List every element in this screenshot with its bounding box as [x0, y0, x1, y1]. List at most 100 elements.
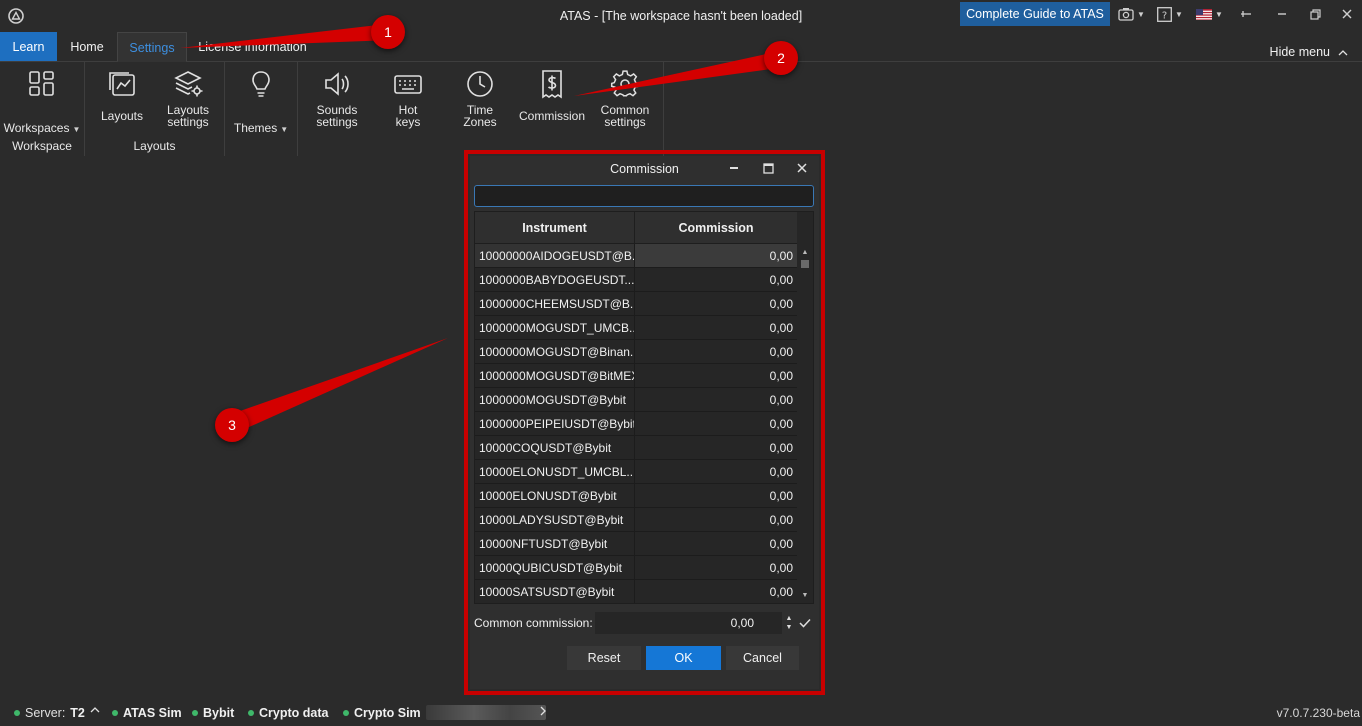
instrument-cell: 10000COQUSDT@Bybit — [475, 436, 635, 459]
table-scrollbar[interactable]: ▲ ▼ — [797, 244, 813, 603]
ribbon-tabs: Learn Home Settings License information … — [0, 32, 1362, 62]
table-row[interactable]: 1000000PEIPEIUSDT@Bybit 0,00 — [475, 412, 797, 436]
scrollbar-thumb[interactable] — [801, 260, 809, 268]
commission-cell[interactable]: 0,00 — [635, 556, 797, 579]
table-row[interactable]: 1000000MOGUSDT@Binan... 0,00 — [475, 340, 797, 364]
table-row[interactable]: 1000000CHEEMSUSDT@B... 0,00 — [475, 292, 797, 316]
annotation-arrow-3 — [226, 338, 448, 432]
close-icon — [1342, 9, 1352, 19]
hide-menu-button[interactable]: Hide menu — [1270, 45, 1348, 59]
time-zones-button[interactable]: Time Zones — [452, 62, 508, 128]
table-row[interactable]: 1000000MOGUSDT_UMCB... 0,00 — [475, 316, 797, 340]
spin-down-icon[interactable]: ▼ — [786, 623, 793, 632]
hot-keys-button[interactable]: Hot keys — [380, 62, 436, 128]
layouts-settings-button[interactable]: Layouts settings — [156, 62, 220, 128]
ok-button[interactable]: OK — [646, 646, 721, 670]
connection-bybit[interactable]: Bybit — [192, 706, 234, 720]
common-commission-label: Common commission: — [474, 616, 593, 630]
commission-cell[interactable]: 0,00 — [635, 460, 797, 483]
dialog-close-button[interactable] — [793, 159, 811, 177]
table-row[interactable]: 10000LADYSUSDT@Bybit 0,00 — [475, 508, 797, 532]
speaker-icon — [320, 67, 354, 101]
table-row[interactable]: 10000ELONUSDT_UMCBL... 0,00 — [475, 460, 797, 484]
commission-button[interactable]: Commission — [516, 62, 588, 122]
server-label: Server: — [25, 706, 66, 720]
table-row[interactable]: 1000000BABYDOGEUSDT... 0,00 — [475, 268, 797, 292]
apply-common-commission-button[interactable] — [798, 614, 812, 632]
commission-cell[interactable]: 0,00 — [635, 508, 797, 531]
instrument-cell: 10000SATSUSDT@Bybit — [475, 580, 635, 603]
commission-cell[interactable]: 0,00 — [635, 532, 797, 555]
dialog-maximize-button[interactable] — [759, 159, 777, 177]
language-button[interactable]: ▼ — [1196, 5, 1223, 23]
dialog-minimize-button[interactable] — [725, 159, 743, 177]
spin-up-icon[interactable]: ▲ — [786, 614, 793, 623]
chevron-down-icon: ▼ — [1137, 9, 1145, 19]
commission-cell[interactable]: 0,00 — [635, 580, 797, 603]
instrument-search-input[interactable] — [474, 185, 814, 207]
help-button[interactable]: ? ▼ — [1157, 5, 1183, 23]
connection-atas-sim[interactable]: ATAS Sim — [112, 706, 182, 720]
annotation-badge-3: 3 — [215, 408, 249, 442]
table-row[interactable]: 1000000MOGUSDT@Bybit 0,00 — [475, 388, 797, 412]
table-row[interactable]: 10000NFTUSDT@Bybit 0,00 — [475, 532, 797, 556]
tab-license-information[interactable]: License information — [190, 32, 315, 62]
tab-learn[interactable]: Learn — [0, 32, 57, 62]
commission-cell[interactable]: 0,00 — [635, 268, 797, 291]
minimize-icon — [730, 167, 738, 169]
keyboard-icon — [391, 67, 425, 101]
column-header-commission[interactable]: Commission — [635, 212, 797, 244]
complete-guide-button[interactable]: Complete Guide to ATAS — [960, 2, 1110, 26]
table-row[interactable]: 10000QUBICUSDT@Bybit 0,00 — [475, 556, 797, 580]
pin-window-button[interactable] — [1238, 6, 1254, 22]
status-more-button[interactable] — [540, 706, 547, 716]
commission-cell[interactable]: 0,00 — [635, 388, 797, 411]
commission-cell[interactable]: 0,00 — [635, 316, 797, 339]
tab-settings[interactable]: Settings — [117, 32, 187, 62]
commission-cell[interactable]: 0,00 — [635, 364, 797, 387]
connection-crypto-sim[interactable]: Crypto Sim — [343, 706, 421, 720]
commission-cell[interactable]: 0,00 — [635, 292, 797, 315]
annotation-badge-2: 2 — [764, 41, 798, 75]
commission-cell[interactable]: 0,00 — [635, 340, 797, 363]
server-status[interactable]: Server: T2 — [14, 706, 85, 720]
connection-crypto-data[interactable]: Crypto data — [248, 706, 328, 720]
instrument-cell: 10000ELONUSDT@Bybit — [475, 484, 635, 507]
reset-button[interactable]: Reset — [567, 646, 641, 670]
commission-cell[interactable]: 0,00 — [635, 436, 797, 459]
scroll-down-arrow-icon[interactable]: ▼ — [797, 589, 813, 601]
connection-label: Crypto Sim — [354, 706, 421, 720]
common-commission-stepper[interactable]: ▲ ▼ — [784, 613, 794, 633]
cancel-button[interactable]: Cancel — [726, 646, 799, 670]
group-label-layouts: Layouts — [133, 139, 176, 153]
clock-icon — [463, 67, 497, 101]
restore-window-button[interactable] — [1307, 6, 1323, 22]
column-header-instrument[interactable]: Instrument — [475, 212, 635, 244]
minimize-window-button[interactable] — [1274, 6, 1290, 22]
close-window-button[interactable] — [1339, 6, 1355, 22]
table-row[interactable]: 10000ELONUSDT@Bybit 0,00 — [475, 484, 797, 508]
sounds-settings-button[interactable]: Sounds settings — [306, 62, 368, 128]
table-row[interactable]: 1000000MOGUSDT@BitMEX 0,00 — [475, 364, 797, 388]
redacted-area — [426, 705, 546, 720]
scroll-up-arrow-icon[interactable]: ▲ — [797, 246, 813, 258]
table-row[interactable]: 10000COQUSDT@Bybit 0,00 — [475, 436, 797, 460]
chevron-up-icon — [90, 707, 100, 713]
commission-cell[interactable]: 0,00 — [635, 244, 797, 267]
server-expand-button[interactable] — [90, 706, 100, 713]
commission-cell[interactable]: 0,00 — [635, 412, 797, 435]
table-row[interactable]: 10000000AIDOGEUSDT@B... 0,00 — [475, 244, 797, 268]
workspaces-button[interactable]: Workspaces ▼ — [4, 62, 80, 136]
instrument-cell: 1000000MOGUSDT@BitMEX — [475, 364, 635, 387]
commission-cell[interactable]: 0,00 — [635, 484, 797, 507]
screenshot-button[interactable]: ▼ — [1118, 5, 1145, 23]
common-commission-input[interactable]: 0,00 — [595, 612, 782, 634]
layouts-button[interactable]: Layouts — [92, 62, 152, 122]
common-settings-button[interactable]: Common settings — [594, 62, 656, 128]
table-row[interactable]: 10000SATSUSDT@Bybit 0,00 — [475, 580, 797, 603]
atas-logo-icon — [8, 8, 24, 24]
connection-label: Bybit — [203, 706, 235, 720]
status-dot-icon — [343, 710, 349, 716]
tab-home[interactable]: Home — [57, 32, 117, 62]
themes-button[interactable]: Themes ▼ — [230, 62, 292, 136]
